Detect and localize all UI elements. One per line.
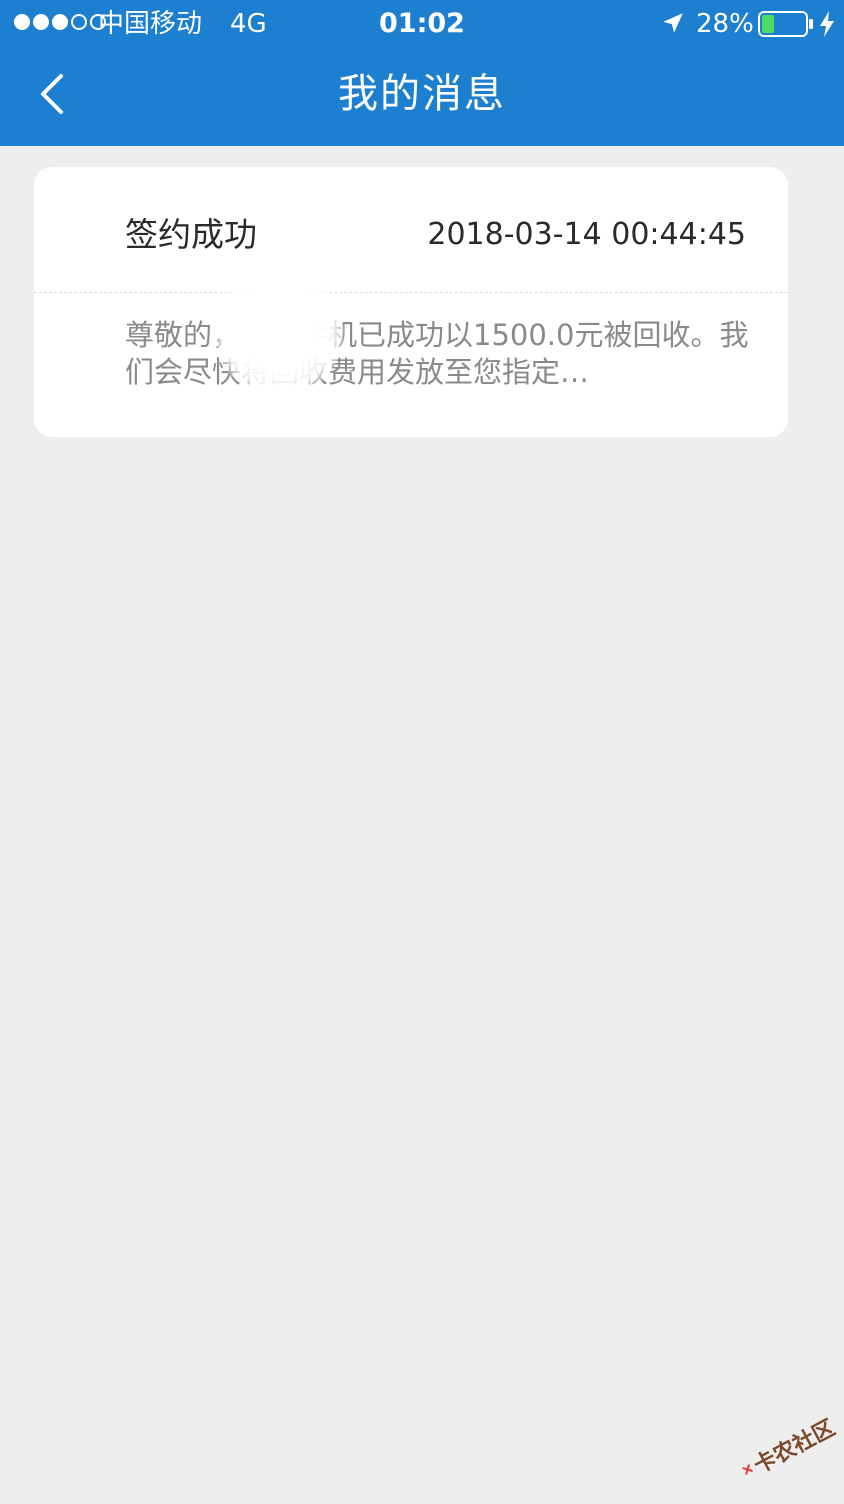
location-arrow-icon	[663, 13, 683, 33]
message-item[interactable]: 签约成功 2018-03-14 00:44:45 尊敬的，您的手机已成功以150…	[34, 167, 788, 437]
message-title: 签约成功	[125, 215, 257, 254]
battery-percent: 28%	[696, 9, 754, 39]
battery-icon	[758, 11, 813, 37]
nav-bar: 我的消息	[0, 48, 844, 146]
watermark: 卡农社区	[726, 1391, 844, 1504]
redaction-blur	[214, 267, 344, 397]
message-time: 2018-03-14 00:44:45	[427, 217, 746, 252]
page-title: 我的消息	[338, 71, 506, 117]
watermark-text: 卡农社区	[749, 1415, 840, 1479]
chevron-left-icon	[41, 74, 63, 114]
message-header: 签约成功 2018-03-14 00:44:45	[34, 167, 788, 293]
status-bar: 中国移动 4G 01:02 28%	[0, 0, 844, 48]
charging-bolt-icon	[820, 11, 834, 37]
app-header: 中国移动 4G 01:02 28% 我的消息	[0, 0, 844, 146]
back-button[interactable]	[20, 62, 84, 126]
battery-fill	[762, 15, 774, 33]
